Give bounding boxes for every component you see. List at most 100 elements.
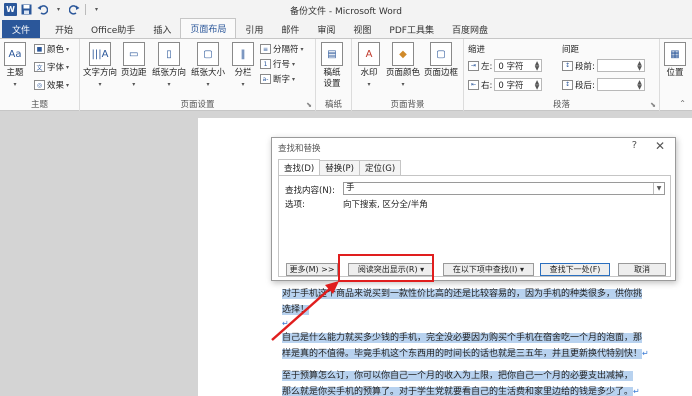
spacing-before-spinbox[interactable]: ▲ ▼ — [596, 59, 645, 72]
indent-right-value: 0 字符 — [498, 80, 524, 91]
customize-qat-icon[interactable]: ▾ — [90, 3, 103, 16]
tab-replace[interactable]: 替换(P) — [319, 160, 360, 175]
find-what-label: 查找内容(N): — [285, 186, 335, 196]
tab-baidu-netdisk[interactable]: 百度网盘 — [443, 20, 497, 38]
text-direction-icon: |||A — [89, 42, 111, 66]
indent-right-row: ⇤ 右: 0 字符 ▲ ▼ — [468, 78, 543, 91]
columns-caret-icon: ▾ — [241, 81, 245, 88]
quick-access-toolbar: W ▾ ▾ — [0, 2, 103, 16]
tab-office-assistant[interactable]: Office助手 — [82, 20, 144, 38]
redo-icon[interactable] — [68, 3, 81, 16]
text-direction-button[interactable]: |||A 文字方向 ▾ — [83, 42, 117, 90]
tab-goto[interactable]: 定位(G) — [358, 160, 402, 175]
line-numbers-button[interactable]: 1 行号 ▾ — [260, 58, 295, 70]
cancel-button[interactable]: 取消 — [618, 263, 666, 276]
find-in-button[interactable]: 在以下项中查找(I) ▾ — [443, 263, 534, 276]
margins-caret-icon: ▾ — [132, 81, 136, 88]
find-what-input[interactable]: 手 ▼ — [343, 182, 665, 195]
tab-review[interactable]: 审阅 — [308, 20, 344, 38]
help-icon[interactable]: ? — [632, 140, 637, 151]
close-icon[interactable]: ✕ — [655, 139, 665, 153]
tab-page-layout[interactable]: 页面布局 — [180, 18, 237, 38]
paragraph-3-line-2-text: 那么就是你买手机的预算了。对于学生党就要看自己的生活费和家里边给的钱是多少了。 — [282, 387, 634, 396]
themes-button[interactable]: Aa 主题 ▾ — [4, 42, 26, 90]
collapse-ribbon-icon[interactable]: ⌃ — [679, 99, 686, 108]
page-color-button[interactable]: ◆ 页面颜色 ▾ — [386, 42, 420, 90]
group-label-page-background: 页面背景 — [390, 100, 425, 110]
effects-icon: ◎ — [34, 80, 45, 90]
tab-home[interactable]: 开始 — [46, 20, 82, 38]
manuscript-icon: ▤ — [321, 42, 343, 66]
paragraph-2-line-2: 样是真的不值得。毕竟手机这个东西用的时间长的话也就是三五年，并且更新换代特别快！… — [282, 346, 649, 362]
undo-dropdown-icon[interactable]: ▾ — [52, 3, 65, 16]
title-bar: W ▾ ▾ 备份文件 - Microsoft Word — [0, 0, 692, 18]
tab-pdf-tools[interactable]: PDF工具集 — [380, 20, 443, 38]
group-label-page-setup: 页面设置 — [180, 100, 215, 110]
paragraph-2-line-1-text: 自己是什么能力就买多少钱的手机，完全没必要因为购买个手机在宿舍吃一个月的泡面，那 — [282, 333, 643, 343]
page-color-label: 页面颜色 — [386, 68, 421, 78]
position-button[interactable]: ▦ 位置 — [664, 42, 686, 79]
spacing-before-icon: ↕ — [562, 60, 573, 71]
theme-fonts-button[interactable]: 文 字体 ▾ — [34, 61, 69, 73]
more-button[interactable]: 更多(M) >> — [286, 263, 338, 276]
qat-separator — [85, 3, 86, 15]
spin-arrows-icon: ▲ ▼ — [534, 78, 540, 91]
tab-mailings[interactable]: 邮件 — [272, 20, 308, 38]
manuscript-settings-button[interactable]: ▤ 稿纸 设置 — [321, 42, 343, 90]
annotation-highlight-box — [338, 254, 434, 282]
paragraph-1-line-1: 对于手机这个商品来说买到一款性价比高的还是比较容易的，因为手机的种类很多，供你挑 — [282, 286, 643, 302]
page-borders-label: 页面边框 — [424, 68, 459, 78]
text-direction-label: 文字方向 — [83, 68, 118, 78]
ribbon-tabs: 文件 开始 Office助手 插入 页面布局 引用 邮件 审阅 视图 PDF工具… — [0, 18, 692, 38]
page-setup-launcher-icon[interactable]: ⬊ — [306, 101, 312, 109]
save-icon[interactable] — [20, 3, 33, 16]
margins-button[interactable]: ▭ 页边距 ▾ — [121, 42, 147, 90]
find-replace-dialog: 查找和替换 ? ✕ 查找(D) 替换(P) 定位(G) 查找内容(N): 手 ▼… — [271, 137, 676, 281]
watermark-button[interactable]: A 水印 ▾ — [358, 42, 380, 90]
group-themes: Aa 主题 ▾ ■ 颜色 ▾ 文 字体 ▾ ◎ 效果 ▾ 主题 — [0, 39, 80, 111]
chevron-down-icon[interactable]: ▼ — [653, 183, 664, 194]
size-label: 纸张大小 — [191, 68, 226, 78]
word-logo-icon: W — [4, 2, 17, 16]
options-value: 向下搜索, 区分全/半角 — [343, 200, 428, 210]
paragraph-mark-icon: ↵ — [282, 319, 289, 328]
dialog-tabs: 查找(D) 替换(P) 定位(G) — [278, 159, 402, 175]
position-label: 位置 — [666, 68, 684, 78]
find-next-button[interactable]: 查找下一处(F) — [540, 263, 610, 276]
manuscript-label-1: 稿纸 — [323, 68, 341, 78]
theme-colors-button[interactable]: ■ 颜色 ▾ — [34, 43, 69, 55]
group-arrange: ▦ 位置 — [660, 39, 692, 111]
columns-icon: ‖ — [232, 42, 254, 66]
theme-colors-caret-icon: ▾ — [66, 45, 70, 53]
indent-left-spinbox[interactable]: 0 字符 ▲ ▼ — [494, 59, 543, 72]
spacing-after-spinbox[interactable]: ▲ ▼ — [596, 78, 645, 91]
orientation-button[interactable]: ▯ 纸张方向 ▾ — [152, 42, 186, 90]
indent-heading: 缩进 — [468, 45, 486, 55]
tab-file[interactable]: 文件 — [2, 20, 41, 38]
paragraph-1-line-2-text: 选择！ — [282, 305, 310, 315]
paragraph-launcher-icon[interactable]: ⬊ — [650, 101, 656, 109]
paragraph-2-line-2-text: 样是真的不值得。毕竟手机这个东西用的时间长的话也就是三五年，并且更新换代特别快！ — [282, 349, 643, 359]
tab-view[interactable]: 视图 — [344, 20, 380, 38]
size-caret-icon: ▾ — [206, 81, 210, 88]
tab-references[interactable]: 引用 — [236, 20, 272, 38]
indent-right-icon: ⇤ — [468, 79, 479, 90]
tab-insert[interactable]: 插入 — [144, 20, 180, 38]
indent-right-spinbox[interactable]: 0 字符 ▲ ▼ — [494, 78, 543, 91]
indent-left-value: 0 字符 — [498, 61, 524, 72]
watermark-caret-icon: ▾ — [367, 81, 371, 88]
paragraph-3-line-1: 至于预算怎么订，你可以你自己一个月的收入为上限，把你自己一个月的必要支出减掉， — [282, 368, 634, 384]
hyphenation-button[interactable]: a- 断字 ▾ — [260, 73, 295, 85]
breaks-button[interactable]: ≡ 分隔符 ▾ — [260, 43, 304, 55]
themes-caret-icon: ▾ — [13, 81, 17, 88]
spacing-before-row: ↕ 段前: ▲ ▼ — [562, 59, 645, 72]
size-button[interactable]: ▢ 纸张大小 ▾ — [191, 42, 225, 90]
columns-button[interactable]: ‖ 分栏 ▾ — [232, 42, 254, 90]
orientation-label: 纸张方向 — [152, 68, 187, 78]
tab-find[interactable]: 查找(D) — [278, 159, 321, 175]
manuscript-label-2: 设置 — [323, 79, 341, 89]
undo-icon[interactable] — [36, 3, 49, 16]
page-borders-button[interactable]: ▢ 页面边框 — [424, 42, 458, 79]
theme-effects-button[interactable]: ◎ 效果 ▾ — [34, 79, 69, 91]
hyphenation-caret-icon: ▾ — [292, 75, 296, 83]
